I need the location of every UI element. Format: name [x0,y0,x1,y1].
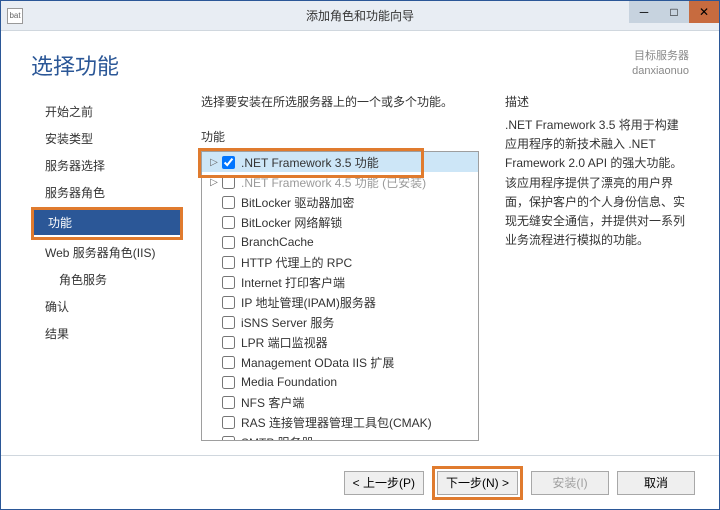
header: 选择功能 目标服务器 danxiaonuo [1,31,719,93]
next-button[interactable]: 下一步(N) > [437,471,518,495]
desc-text: .NET Framework 3.5 将用于构建应用程序的新技术融入 .NET … [505,116,689,250]
sidebar-item[interactable]: 确认 [31,294,183,319]
features-column: 选择要安装在所选服务器上的一个或多个功能。 功能 ▷ .NET Framework… [201,93,479,455]
feature-checkbox[interactable] [222,196,235,209]
feature-row[interactable]: Media Foundation [202,372,478,392]
sidebar-item[interactable]: 服务器选择 [31,153,183,178]
feature-checkbox[interactable] [222,276,235,289]
highlight-next-annotation: 下一步(N) > [432,466,523,500]
feature-label: IP 地址管理(IPAM)服务器 [241,294,376,311]
prev-button[interactable]: < 上一步(P) [344,471,424,495]
feature-row[interactable]: IP 地址管理(IPAM)服务器 [202,292,478,312]
feature-row[interactable]: Management OData IIS 扩展 [202,352,478,372]
target-value: danxiaonuo [632,64,689,79]
sidebar: 开始之前安装类型服务器选择服务器角色功能 Web 服务器角色(IIS)角色服务确认… [31,93,183,455]
app-icon: bat [7,8,23,24]
feature-checkbox[interactable] [222,316,235,329]
titlebar: bat 添加角色和功能向导 ─ □ ✕ [1,1,719,31]
sidebar-item[interactable]: 服务器角色 [31,180,183,205]
target-server-box: 目标服务器 danxiaonuo [632,49,689,80]
feature-label: Management OData IIS 扩展 [241,354,394,371]
feature-checkbox[interactable] [222,396,235,409]
feature-label: .NET Framework 4.5 功能 (已安装) [241,174,426,191]
feature-label: .NET Framework 3.5 功能 [241,154,379,171]
sidebar-item[interactable]: 安装类型 [31,126,183,151]
feature-row[interactable]: LPR 端口监视器 [202,332,478,352]
page-title: 选择功能 [31,49,119,81]
feature-row[interactable]: HTTP 代理上的 RPC [202,252,478,272]
feature-label: BitLocker 驱动器加密 [241,194,354,211]
expand-icon[interactable]: ▷ [208,157,220,168]
sidebar-item[interactable]: Web 服务器角色(IIS) [31,240,183,265]
window-title: 添加角色和功能向导 [306,7,414,24]
feature-row[interactable]: Internet 打印客户端 [202,272,478,292]
wizard-window: bat 添加角色和功能向导 ─ □ ✕ 选择功能 目标服务器 danxiaonu… [0,0,720,510]
feature-label: LPR 端口监视器 [241,334,328,351]
feature-row[interactable]: ▷ .NET Framework 3.5 功能 [202,152,478,172]
description-column: 描述 .NET Framework 3.5 将用于构建应用程序的新技术融入 .N… [505,93,689,455]
maximize-button[interactable]: □ [659,1,689,23]
main-panel: 选择要安装在所选服务器上的一个或多个功能。 功能 ▷ .NET Framework… [183,93,689,455]
feature-checkbox[interactable] [222,416,235,429]
target-label: 目标服务器 [632,49,689,64]
features-listbox[interactable]: ▷ .NET Framework 3.5 功能 ▷ .NET Framework 4.… [201,151,479,441]
feature-checkbox[interactable] [222,376,235,389]
feature-checkbox[interactable] [222,236,235,249]
feature-label: NFS 客户端 [241,394,304,411]
feature-checkbox[interactable] [222,296,235,309]
feature-row[interactable]: RAS 连接管理器管理工具包(CMAK) [202,412,478,432]
feature-checkbox[interactable] [222,256,235,269]
cancel-button[interactable]: 取消 [617,471,695,495]
sidebar-item[interactable]: 角色服务 [31,267,183,292]
window-controls: ─ □ ✕ [629,1,719,30]
feature-label: BitLocker 网络解锁 [241,214,342,231]
feature-label: Internet 打印客户端 [241,274,345,291]
sidebar-item[interactable]: 开始之前 [31,99,183,124]
close-button[interactable]: ✕ [689,1,719,23]
feature-row[interactable]: BitLocker 驱动器加密 [202,192,478,212]
feature-label: HTTP 代理上的 RPC [241,254,352,271]
main-body: 开始之前安装类型服务器选择服务器角色功能Web 服务器角色(IIS)角色服务确认… [1,93,719,455]
feature-row[interactable]: BitLocker 网络解锁 [202,212,478,232]
feature-row[interactable]: NFS 客户端 [202,392,478,412]
sidebar-item[interactable]: 结果 [31,321,183,346]
feature-row[interactable]: iSNS Server 服务 [202,312,478,332]
features-label: 功能 [201,128,479,145]
feature-checkbox[interactable] [222,436,235,442]
expand-icon[interactable]: ▷ [208,177,220,188]
feature-label: BranchCache [241,235,314,249]
feature-checkbox[interactable] [222,156,235,169]
feature-checkbox[interactable] [222,336,235,349]
content-area: 选择功能 目标服务器 danxiaonuo 开始之前安装类型服务器选择服务器角色… [1,31,719,509]
feature-label: iSNS Server 服务 [241,314,334,331]
feature-label: RAS 连接管理器管理工具包(CMAK) [241,414,432,431]
minimize-button[interactable]: ─ [629,1,659,23]
feature-row[interactable]: BranchCache [202,232,478,252]
feature-checkbox[interactable] [222,176,235,189]
sidebar-item[interactable]: 功能 [34,210,180,235]
feature-label: SMTP 服务器 [241,434,313,442]
install-button[interactable]: 安装(I) [531,471,609,495]
footer: < 上一步(P) 下一步(N) > 安装(I) 取消 [1,455,719,509]
desc-label: 描述 [505,93,689,110]
feature-row[interactable]: ▷ .NET Framework 4.5 功能 (已安装) [202,172,478,192]
feature-row[interactable]: SMTP 服务器 [202,432,478,441]
feature-checkbox[interactable] [222,216,235,229]
highlight-nav-annotation: 功能 [31,207,183,240]
feature-checkbox[interactable] [222,356,235,369]
feature-label: Media Foundation [241,375,337,389]
intro-text: 选择要安装在所选服务器上的一个或多个功能。 [201,93,479,110]
